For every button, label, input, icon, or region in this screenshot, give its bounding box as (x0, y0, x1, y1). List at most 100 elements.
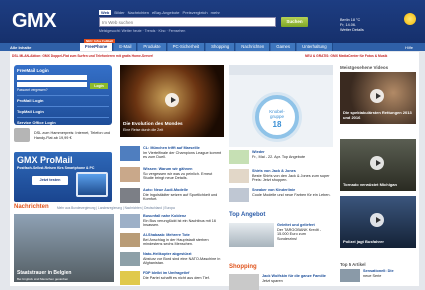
promo-banner-left[interactable]: DSL MLAN-Aktion: GMX Doppel-Flat zum Sur… (12, 54, 153, 58)
search-button[interactable]: Suchen (281, 17, 308, 27)
search-tab-news[interactable]: Nachrichten (128, 10, 149, 15)
shopping-section: Shopping Jack Wolfskin für die ganze Fam… (229, 264, 333, 290)
news-headline[interactable]: Auto: Neue Audi-Modelle (143, 188, 188, 192)
news-thumbnail (120, 167, 140, 182)
tab-shopping[interactable]: Shopping (206, 43, 236, 51)
list-item[interactable]: CL: München trifft auf Marseille Im Viert… (120, 146, 224, 165)
search-tab-web[interactable]: Web (99, 10, 112, 15)
sun-icon (404, 13, 416, 25)
news-lead-subcaption: Bei Unglück sind Menschen gestorben (17, 277, 69, 281)
play-icon[interactable] (370, 213, 384, 227)
news-headline[interactable]: Busunfall nahe Koblenz (143, 214, 186, 218)
side-video-3[interactable]: Polizei jagt Busfahrer (340, 196, 416, 248)
list-item[interactable]: FDP bleibt im Umfragetief Die Partei scha… (120, 271, 224, 287)
topmail-login-link[interactable]: TopMail Login (17, 106, 109, 114)
shopping-section-title[interactable]: Shopping (229, 264, 333, 270)
shopping-teaser: Jetzt sparen (262, 278, 283, 283)
news-headline[interactable]: Nato-Helikopter abgestürzt (143, 252, 192, 256)
news-section-title[interactable]: Nachrichten (14, 204, 49, 210)
login-button[interactable]: Login (90, 83, 108, 89)
top5-teaser: neue Serie (363, 273, 382, 278)
list-item[interactable]: Auto: Neue Audi-Modelle Die Ingolstädter … (120, 188, 224, 207)
news-top-list: CL: München trifft auf Marseille Im Viert… (120, 146, 224, 209)
search-tab-ebay[interactable]: eBay-Angebote (152, 10, 180, 15)
product-thumbnail (229, 150, 249, 164)
news-teaser: So vergessen wir was zu peinlich. Erneut… (143, 171, 213, 181)
login-box: FreeMail Login Login Passwort vergessen?… (14, 65, 112, 125)
play-icon[interactable] (370, 89, 384, 103)
news-subnav[interactable]: Mehr aus Bundesregierung | Landesregieru… (57, 206, 175, 210)
top5-item[interactable]: Sensationell: Die neue Serie (340, 269, 415, 282)
list-item[interactable]: Al-Shabaab: Mehrere Tote Bei Anschlag in … (120, 233, 224, 249)
tab-products[interactable]: Produkte (138, 43, 167, 51)
tab-email[interactable]: E-Mail (114, 43, 138, 51)
gmx-logo[interactable]: GMX (12, 10, 57, 33)
dsl-promo[interactable]: DSL zum Hammerpreis: Internet, Telefon u… (14, 128, 112, 146)
list-item[interactable]: Wissen: Warum wir gähnen So vergessen wir… (120, 167, 224, 186)
search-tab-prices[interactable]: Preisvergleich (183, 10, 208, 15)
top-offer-item[interactable]: Geleitet und geliefert Der TARGOBANK Kred… (229, 223, 333, 247)
tab-pc-security[interactable]: PC-Sicherheit (167, 43, 206, 51)
tab-news[interactable]: Nachrichten (236, 43, 271, 51)
list-item[interactable]: Nato-Helikopter abgestürzt Absturz vor Bo… (120, 252, 224, 268)
email-field[interactable] (17, 75, 87, 80)
promail-title: GMX ProMail (17, 155, 73, 165)
promail-ad[interactable]: GMX ProMail Postfach-Selbst-Reisen fürs … (14, 152, 112, 202)
list-item[interactable]: Wieder Fr., Mai - 22. Apr. Top Angebote (229, 150, 333, 167)
tab-entertainment[interactable]: Unterhaltung (297, 43, 333, 51)
password-field[interactable] (17, 82, 87, 87)
feature-video[interactable]: Die Evolution des Mondes Eine Reise durc… (120, 65, 224, 137)
news-teaser: Absturz vor Bord sind eine NATO-Maschine… (143, 256, 221, 266)
shopping-headline[interactable]: Jack Wolfskin für die ganze Familie (262, 274, 326, 278)
product-title[interactable]: Shirts von Jack & Jones (252, 169, 296, 173)
search-tab-images[interactable]: Bilder (114, 10, 124, 15)
top5-headline[interactable]: Sensationell: Die (363, 269, 394, 273)
news-teaser: Im Viertelfinale der Champions League ko… (143, 150, 222, 160)
search-input[interactable]: Im Web suchen (99, 17, 276, 27)
news-teaser: Die Ingolstädter setzen auf Sportlichkei… (143, 192, 218, 202)
service-office-login-link[interactable]: Service Office Login (17, 117, 109, 125)
top-offer-title: Top Angebot (229, 212, 266, 218)
product-title[interactable]: Sneaker von Kinderlinie (252, 188, 295, 192)
promail-test-button[interactable]: Jetzt testen (32, 176, 68, 185)
knobel-circle[interactable]: Knobel-gruppe 18 (255, 95, 299, 139)
side-video-caption: Polizei jagt Busfahrer (343, 239, 384, 245)
product-teaser: Beste Shirts von den Jack & Jones zum su… (252, 173, 330, 183)
side-video-2[interactable]: Tornado verwüstet Michigan (340, 139, 416, 191)
product-title[interactable]: Wieder (252, 150, 265, 154)
play-icon[interactable] (370, 156, 384, 170)
news-headline[interactable]: CL: München trifft auf Marseille (143, 146, 200, 150)
shop-top-list: Wieder Fr., Mai - 22. Apr. Top Angebote S… (229, 150, 333, 207)
feature-video-title: Die Evolution des Mondes (123, 122, 183, 127)
product-teaser: Fr., Mai - 22. Apr. Top Angebote (252, 154, 306, 159)
search-tab-more[interactable]: mehr (211, 10, 220, 15)
list-item[interactable]: Shirts von Jack & Jones Beste Shirts von … (229, 169, 333, 186)
top5-thumbnail (340, 269, 360, 282)
news-headline[interactable]: Wissen: Warum wir gähnen (143, 167, 192, 171)
list-item[interactable]: Sneaker von Kinderlinie Coole Modelle und… (229, 188, 333, 205)
list-item[interactable]: Busunfall nahe Koblenz Ein Bus verunglück… (120, 214, 224, 230)
weather-details-link[interactable]: Wetter Details (340, 28, 364, 33)
knobel-number: 18 (272, 120, 282, 129)
knobel-widget[interactable]: Knobel-gruppe 18 (229, 65, 333, 147)
offer-headline[interactable]: Geleitet und geliefert (277, 223, 315, 227)
tab-freephone[interactable]: FreePhone (80, 43, 114, 51)
help-link[interactable]: Hilfe (405, 45, 413, 50)
news-lead-image[interactable]: Staatstrauer in Belgien Bei Unglück sind… (14, 214, 114, 282)
promail-login-link[interactable]: ProMail Login (17, 95, 109, 103)
side-video-1[interactable]: Die spektakulärsten Rettungen 2013 und 2… (340, 72, 416, 124)
all-content-link[interactable]: Alle Inhalte (10, 45, 31, 50)
news-headline[interactable]: Al-Shabaab: Mehrere Tote (143, 233, 190, 237)
play-icon[interactable] (165, 93, 179, 107)
main-nav: Alle Inhalte FreePhone E-Mail Produkte P… (0, 43, 425, 51)
nav-tabs: FreePhone E-Mail Produkte PC-Sicherheit … (80, 43, 334, 51)
news-teaser: Ein Bus verunglückt ist ein Nachtbus mit… (143, 218, 217, 228)
promo-banner-right[interactable]: NEU & GRATIS: GMX MediaCenter für Fotos … (305, 54, 387, 58)
tab-games[interactable]: Games (271, 43, 297, 51)
device-image (76, 172, 108, 197)
news-thumbnail (120, 146, 140, 161)
search-hint: Meistgesucht: Wetter heute · Trends · Ki… (99, 29, 186, 33)
weather-widget[interactable]: Berlin 18 °C Fr, 14.06. Wetter Details (340, 18, 364, 33)
feature-video-subtitle: Eine Reise durch die Zeit (123, 127, 164, 132)
news-headline[interactable]: FDP bleibt im Umfragetief (143, 271, 189, 275)
